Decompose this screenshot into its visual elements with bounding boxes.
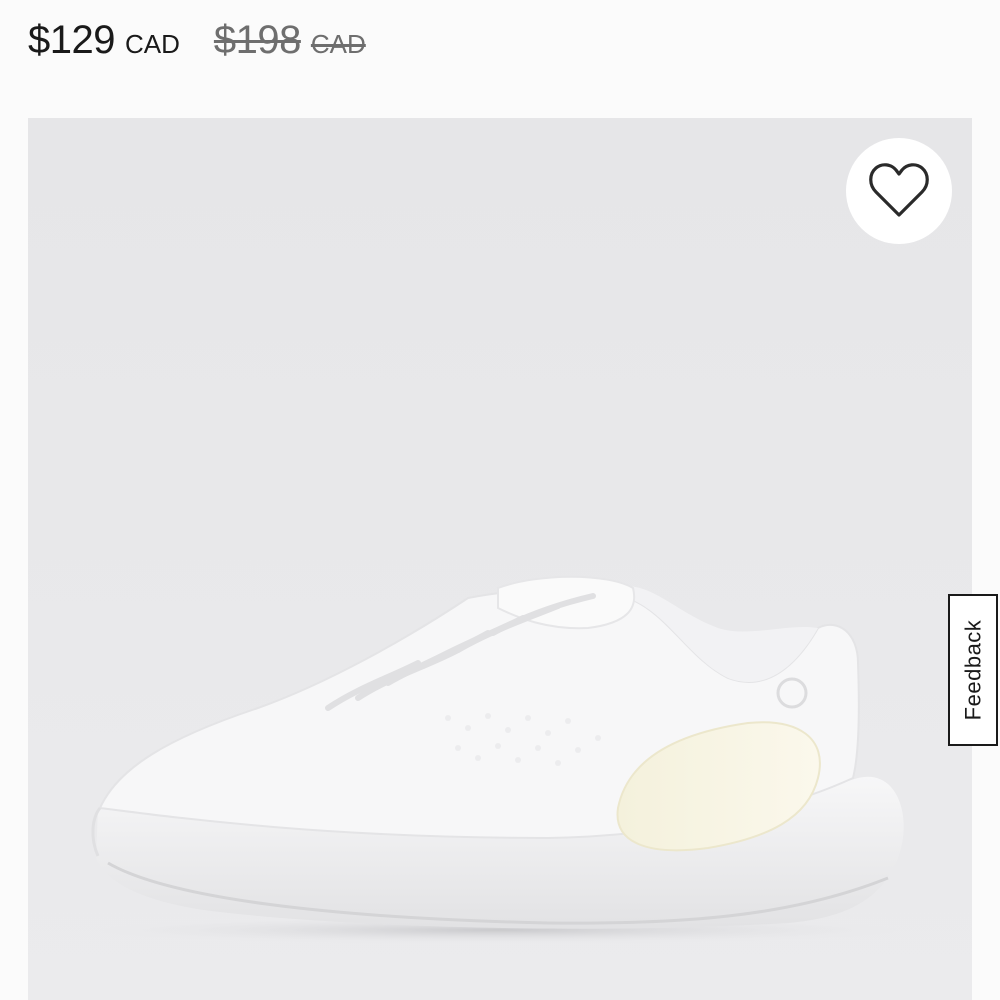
shoe-image [78, 575, 918, 944]
product-page: $129 CAD $198 CAD Feedback [0, 0, 1000, 1000]
feedback-label: Feedback [960, 619, 985, 721]
product-image[interactable] [28, 118, 972, 1000]
price-row: $129 CAD $198 CAD [28, 18, 366, 82]
original-price: $198 CAD [214, 18, 366, 63]
heart-outline-icon [869, 163, 929, 217]
wishlist-button[interactable] [846, 138, 952, 244]
sale-price: $129 [28, 18, 115, 62]
original-price-currency: CAD [310, 29, 366, 59]
sale-price-currency: CAD [124, 29, 180, 59]
original-price-amount: $198 [213, 18, 301, 62]
feedback-tab[interactable]: Feedback [948, 594, 998, 746]
